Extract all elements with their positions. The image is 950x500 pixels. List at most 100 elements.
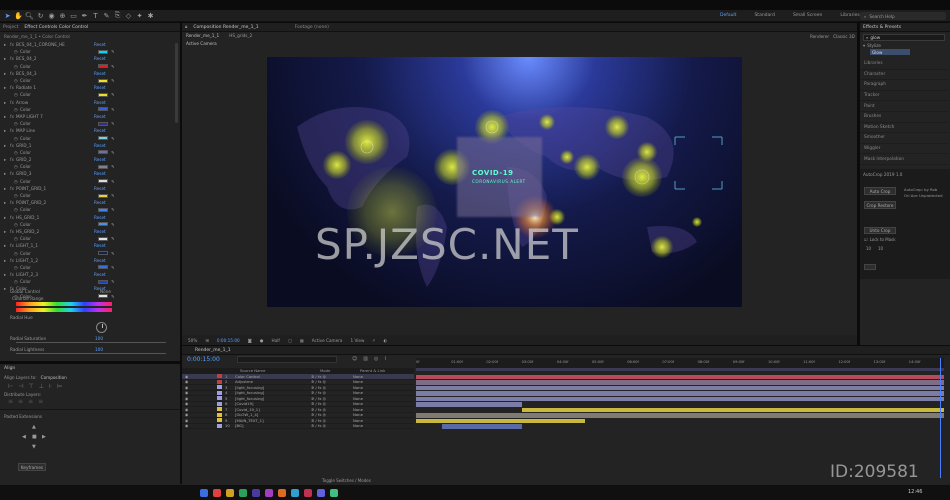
panel-scrollbar[interactable] bbox=[175, 43, 178, 123]
after-effects-icon[interactable] bbox=[252, 489, 260, 497]
magnification-select[interactable]: 50% bbox=[188, 338, 197, 343]
effect-result-glow[interactable]: Glow bbox=[870, 49, 910, 55]
label-color-icon[interactable] bbox=[217, 390, 222, 395]
selection-tool-icon[interactable]: ➤ bbox=[2, 11, 13, 20]
color-swatch[interactable] bbox=[98, 164, 108, 169]
pen-tool-icon[interactable]: ✒ bbox=[79, 11, 90, 20]
panel-category-item[interactable]: Motion Sketch bbox=[860, 123, 948, 134]
effect-property-row[interactable]: ▸ fx LIGHT_1_2 Reset bbox=[0, 257, 175, 264]
label-color-icon[interactable] bbox=[217, 418, 222, 423]
resolution-select[interactable]: Half bbox=[271, 338, 279, 343]
radial-lightness-value[interactable]: 100 bbox=[95, 347, 103, 352]
timeline-search-input[interactable] bbox=[237, 356, 337, 363]
graph-editor-icon[interactable]: ⌇ bbox=[384, 356, 386, 362]
effect-property-row[interactable]: ▸ fx GRID_3 Reset bbox=[0, 170, 175, 177]
field-2[interactable]: 10 bbox=[878, 246, 883, 251]
timeline-timecode[interactable]: 0:00:15:00 bbox=[187, 356, 220, 363]
tab-footage[interactable]: Footage (none) bbox=[295, 25, 329, 30]
app-icon-8[interactable] bbox=[291, 489, 299, 497]
label-color-icon[interactable] bbox=[217, 412, 222, 417]
app-icon-10[interactable] bbox=[317, 489, 325, 497]
layer-name[interactable]: [GLOW_1_4] bbox=[235, 412, 311, 417]
reset-link[interactable]: Reset bbox=[94, 243, 132, 248]
color-swatch[interactable] bbox=[98, 107, 108, 112]
layer-duration-bar[interactable] bbox=[416, 380, 944, 385]
lock-icon[interactable]: 🔒︎ bbox=[185, 24, 187, 30]
parent-select[interactable]: None bbox=[353, 396, 363, 401]
workspace-standard[interactable]: Standard bbox=[754, 13, 774, 18]
effect-property-row[interactable]: ▸ fx Arrow Reset bbox=[0, 99, 175, 106]
parent-select[interactable]: None bbox=[353, 418, 363, 423]
app-icon-6[interactable] bbox=[265, 489, 273, 497]
layer-name[interactable]: [MAIN_TEXT_1] bbox=[235, 418, 311, 423]
eye-icon[interactable]: ◉ bbox=[185, 407, 193, 412]
reset-link[interactable]: Reset bbox=[94, 186, 132, 191]
tab-effects-presets[interactable]: Effects & Presets bbox=[863, 25, 901, 30]
radial-saturation-value[interactable]: 100 bbox=[95, 336, 103, 341]
snapshot-icon[interactable]: ◙ bbox=[248, 338, 252, 343]
eye-icon[interactable]: ◉ bbox=[185, 385, 193, 390]
color-swatch[interactable] bbox=[98, 136, 108, 141]
switch-icons[interactable]: ✲ / fx ◎ bbox=[311, 407, 353, 412]
app-icon-11[interactable] bbox=[330, 489, 338, 497]
align-middle-icon[interactable]: ⊦ bbox=[49, 383, 52, 390]
effect-property-row[interactable]: ▸ fx LIGHT_1_1 Reset bbox=[0, 242, 175, 249]
anchor-center-icon[interactable]: ■ bbox=[32, 434, 37, 440]
eyedropper-icon[interactable]: ✎ bbox=[111, 279, 115, 284]
label-color-icon[interactable] bbox=[217, 407, 222, 412]
effect-property-row[interactable]: ▸ fx HS_GRID_2 Reset bbox=[0, 228, 175, 235]
reset-link[interactable]: Reset bbox=[94, 100, 132, 105]
eye-icon[interactable]: ◉ bbox=[185, 401, 193, 406]
switch-icons[interactable]: ✲ / fx ◎ bbox=[311, 385, 353, 390]
layer-name[interactable]: Adjustme bbox=[235, 379, 311, 384]
motion-blur-icon[interactable]: ◎ bbox=[374, 356, 378, 362]
eye-icon[interactable]: ◉ bbox=[185, 374, 193, 379]
workspace-default[interactable]: Default bbox=[720, 13, 736, 18]
effects-folder[interactable]: ▾ Stylize bbox=[863, 43, 881, 48]
fast-preview-icon[interactable]: ⚡︎ bbox=[372, 338, 375, 343]
switch-icons[interactable]: ✲ / fx ◎ bbox=[311, 401, 353, 406]
global-control-value[interactable]: None bbox=[100, 289, 111, 294]
color-swatch[interactable] bbox=[98, 265, 108, 270]
reset-link[interactable]: Reset bbox=[94, 71, 132, 76]
reset-link[interactable]: Reset bbox=[94, 229, 132, 234]
tab-timeline-render-me[interactable]: Render_me_1_1 bbox=[195, 348, 231, 353]
align-bottom-icon[interactable]: ⊨ bbox=[57, 383, 62, 390]
pan-behind-tool-icon[interactable]: ⊕ bbox=[57, 11, 68, 20]
parent-select[interactable]: None bbox=[353, 379, 363, 384]
camera-select[interactable]: Active Camera bbox=[312, 338, 343, 343]
reset-link[interactable]: Reset bbox=[94, 258, 132, 263]
reset-link[interactable]: Reset bbox=[94, 128, 132, 133]
eyedropper-icon[interactable]: ✎ bbox=[111, 64, 115, 69]
panel-category-item[interactable]: Tracker bbox=[860, 91, 948, 102]
parent-select[interactable]: None bbox=[353, 374, 363, 379]
tab-project[interactable]: Project bbox=[3, 25, 18, 30]
reset-link[interactable]: Reset bbox=[94, 171, 132, 176]
eyedropper-icon[interactable]: ✎ bbox=[111, 107, 115, 112]
app-icon-7[interactable] bbox=[278, 489, 286, 497]
work-area-bar[interactable] bbox=[416, 368, 944, 371]
effect-property-row[interactable]: ▸ fx BCS_04_1_CORONE_HE Reset bbox=[0, 41, 175, 48]
eyedropper-icon[interactable]: ✎ bbox=[111, 207, 115, 212]
layer-duration-bar[interactable] bbox=[416, 396, 944, 401]
align-center-icon[interactable]: ⊣ bbox=[18, 383, 23, 390]
layer-name[interactable]: [light_focusing] bbox=[235, 390, 311, 395]
effect-property-row[interactable]: ▸ fx MAP LIGHT 7 Reset bbox=[0, 113, 175, 120]
reset-link[interactable]: Reset bbox=[94, 42, 132, 47]
effect-property-row[interactable]: ▸ fx Radiate 1 Reset bbox=[0, 84, 175, 91]
layer-duration-bar[interactable] bbox=[416, 402, 522, 407]
panel-category-item[interactable]: Smoother bbox=[860, 133, 948, 144]
saturation-slider[interactable] bbox=[16, 341, 166, 343]
eyedropper-icon[interactable]: ✎ bbox=[111, 92, 115, 97]
color-swatch[interactable] bbox=[98, 121, 108, 126]
effect-property-row[interactable]: ▸ fx MAP Line Reset bbox=[0, 127, 175, 134]
color-swatch[interactable] bbox=[98, 236, 108, 241]
reset-link[interactable]: Reset bbox=[94, 157, 132, 162]
switch-icons[interactable]: ✲ / fx ◎ bbox=[311, 396, 353, 401]
viewer-timecode[interactable]: 0:00:15:00 bbox=[217, 338, 240, 343]
parent-select[interactable]: None bbox=[353, 385, 363, 390]
effect-property-row[interactable]: ▸ fx GRID_1 Reset bbox=[0, 142, 175, 149]
effect-property-row[interactable]: ▸ fx POINT_GRID_1 Reset bbox=[0, 185, 175, 192]
parent-select[interactable]: None bbox=[353, 412, 363, 417]
switch-icons[interactable]: ✲ / fx ◎ bbox=[311, 423, 353, 428]
